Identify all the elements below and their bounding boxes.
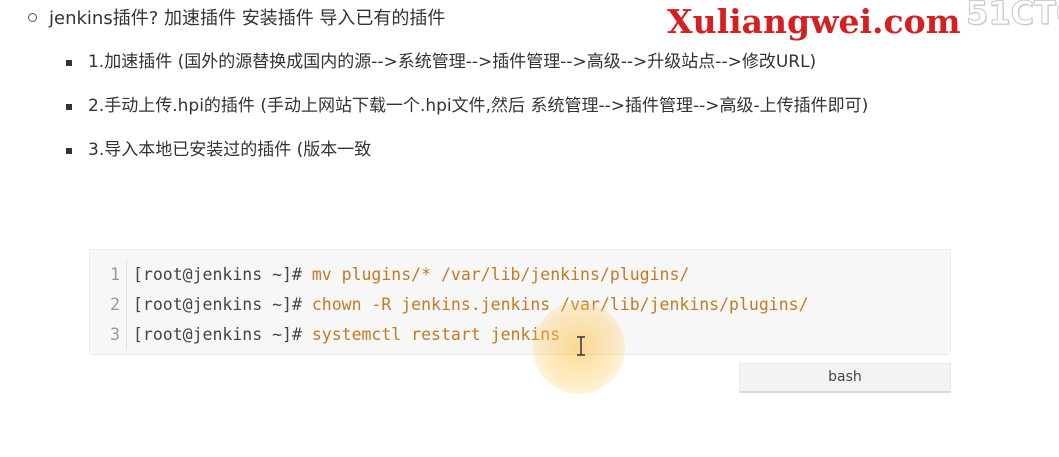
shell-prompt: [root@jenkins ~]# [133,295,302,314]
code-block[interactable]: 1 [root@jenkins ~]# mv plugins/* /var/lib… [89,249,951,355]
sub-list: 1.加速插件 (国外的源替换成国内的源-->系统管理-->插件管理-->高级--… [62,48,962,180]
shell-command: mv plugins/* /var/lib/jenkins/plugins/ [311,265,690,284]
sub-list-item: 1.加速插件 (国外的源替换成国内的源-->系统管理-->插件管理-->高级--… [62,48,962,77]
code-line: 3 [root@jenkins ~]# systemctl restart jen… [90,320,950,350]
outer-list-item-text: jenkins插件? 加速插件 安装插件 导入已有的插件 [49,8,446,29]
shell-prompt: [root@jenkins ~]# [133,265,302,284]
line-number: 1 [90,260,127,290]
sub-list-item-text: 2.手动上传.hpi的插件 (手动上网站下载一个.hpi文件,然后 系统管理--… [88,96,869,116]
corner-watermark-logo: 51CTO [965,0,1059,33]
square-bullet-icon [66,148,72,154]
sub-list-item: 3.导入本地已安装过的插件 (版本一致 [62,136,962,165]
square-bullet-icon [66,104,72,110]
shell-command: chown -R jenkins.jenkins /var/lib/jenkin… [311,295,809,314]
line-number: 2 [90,290,127,320]
hollow-circle-bullet-icon [28,12,37,22]
watermark-logo: Xuliangwei.com [667,2,961,41]
square-bullet-icon [66,60,72,66]
sub-list-item-text: 3.导入本地已安装过的插件 (版本一致 [88,140,372,160]
code-language-button[interactable]: bash [739,363,951,393]
line-number: 3 [90,320,127,350]
shell-prompt: [root@jenkins ~]# [133,325,302,344]
code-line: 2 [root@jenkins ~]# chown -R jenkins.jenk… [90,290,950,320]
code-line: 1 [root@jenkins ~]# mv plugins/* /var/lib… [90,260,950,290]
sub-list-item-text: 1.加速插件 (国外的源替换成国内的源-->系统管理-->插件管理-->高级--… [88,52,817,72]
sub-list-item: 2.手动上传.hpi的插件 (手动上网站下载一个.hpi文件,然后 系统管理--… [62,92,962,121]
shell-command: systemctl restart jenkins [311,325,561,344]
outer-list-item: jenkins插件? 加速插件 安装插件 导入已有的插件 [28,6,445,32]
